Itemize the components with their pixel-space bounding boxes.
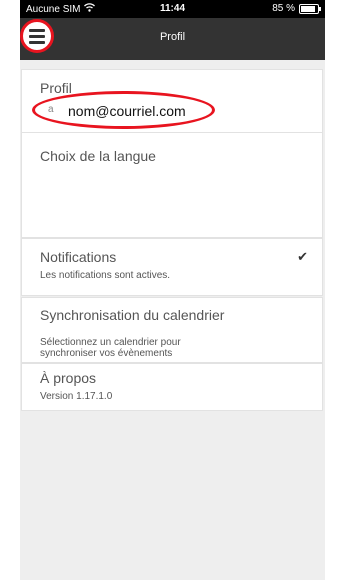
about-version: Version 1.17.1.0 <box>40 391 113 402</box>
battery-icon <box>299 3 321 14</box>
checkmark-icon[interactable]: ✔ <box>297 249 308 265</box>
notifications-card[interactable]: Notifications Les notifications sont act… <box>22 239 322 295</box>
nav-bar: Profil <box>20 18 325 60</box>
email-prefix: a <box>48 104 54 115</box>
email-value: nom@courriel.com <box>68 103 186 119</box>
email-highlight[interactable]: a nom@courriel.com <box>32 91 215 129</box>
language-card[interactable]: Choix de la langue <box>22 133 322 237</box>
calendar-sync-card[interactable]: Synchronisation du calendrier Sélectionn… <box>22 298 322 362</box>
battery-fill <box>301 5 315 12</box>
phone-screen: Aucune SIM 11:44 85 % Profil Profil a no… <box>20 0 325 580</box>
notifications-title: Notifications <box>40 249 117 265</box>
about-title: À propos <box>40 370 97 386</box>
status-right: 85 % <box>272 3 321 14</box>
language-title: Choix de la langue <box>40 148 156 164</box>
profile-card[interactable]: Profil a nom@courriel.com <box>22 70 322 132</box>
calendar-subtitle-line2: synchroniser vos évènements <box>40 348 173 359</box>
status-bar: Aucune SIM 11:44 85 % <box>20 0 325 18</box>
profile-title: Profil <box>40 80 72 96</box>
battery-percent: 85 % <box>272 3 295 14</box>
notifications-subtitle: Les notifications sont actives. <box>40 270 171 281</box>
page-title: Profil <box>159 31 186 43</box>
calendar-title: Synchronisation du calendrier <box>40 307 225 323</box>
about-card[interactable]: À propos Version 1.17.1.0 <box>22 364 322 410</box>
